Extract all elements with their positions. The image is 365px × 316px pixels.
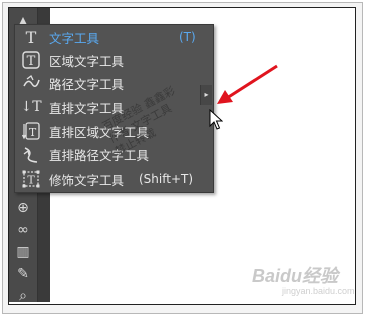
- hand-tool-icon[interactable]: ⊕: [13, 198, 33, 218]
- item-label: 文字工具: [49, 30, 100, 46]
- touch-type-icon: T: [21, 169, 41, 189]
- flyout-item-type-tool[interactable]: T 文字工具 (T): [15, 26, 205, 48]
- pencil-tool-icon[interactable]: ✎: [13, 264, 33, 284]
- zoom-tool-icon[interactable]: ⌕: [13, 286, 33, 306]
- flyout-item-vertical-area-type-tool[interactable]: T 直排区域文字工具: [15, 120, 205, 142]
- area-type-icon: T: [21, 50, 41, 70]
- svg-text:T: T: [27, 54, 36, 69]
- item-label: 修饰文字工具: [49, 172, 125, 188]
- vertical-area-type-icon: T: [21, 121, 41, 141]
- item-label: 直排路径文字工具: [49, 147, 150, 163]
- type-on-path-icon: [21, 73, 41, 93]
- svg-text:T: T: [27, 174, 35, 187]
- item-label: 区域文字工具: [49, 53, 125, 69]
- item-label: 直排区域文字工具: [49, 124, 150, 140]
- baidu-logo-subtext: jingyan.baidu.com: [282, 286, 355, 296]
- item-shortcut: (Shift+T): [139, 172, 194, 186]
- chart-tool-icon[interactable]: ▥: [13, 242, 33, 262]
- flyout-item-vertical-type-tool[interactable]: ↓T 直排文字工具: [15, 96, 205, 118]
- vertical-type-on-path-icon: [21, 144, 41, 164]
- type-icon: T: [25, 27, 37, 47]
- baidu-logo-text: Baidu经验: [252, 266, 339, 286]
- item-label: 路径文字工具: [49, 76, 125, 92]
- mouse-cursor-icon: [209, 109, 223, 130]
- type-tools-flyout: T 文字工具 (T) T 区域文字工具 路径文字工具 ↓T 直排文字工具 T 直…: [14, 24, 214, 193]
- flyout-item-area-type-tool[interactable]: T 区域文字工具: [15, 49, 205, 71]
- baidu-logo: Baidu经验 jingyan.baidu.com: [252, 262, 355, 298]
- vertical-type-icon: ↓T: [20, 99, 42, 115]
- item-label: 直排文字工具: [49, 100, 125, 116]
- flyout-item-vertical-type-on-path-tool[interactable]: 直排路径文字工具: [15, 143, 205, 165]
- svg-text:T: T: [29, 126, 37, 139]
- flyout-item-type-on-path-tool[interactable]: 路径文字工具: [15, 72, 205, 94]
- flyout-item-touch-type-tool[interactable]: T 修饰文字工具 (Shift+T): [15, 168, 205, 190]
- item-shortcut: (T): [179, 30, 196, 44]
- red-annotation-arrow-icon: [217, 64, 278, 104]
- blend-tool-icon[interactable]: ∞: [13, 220, 33, 240]
